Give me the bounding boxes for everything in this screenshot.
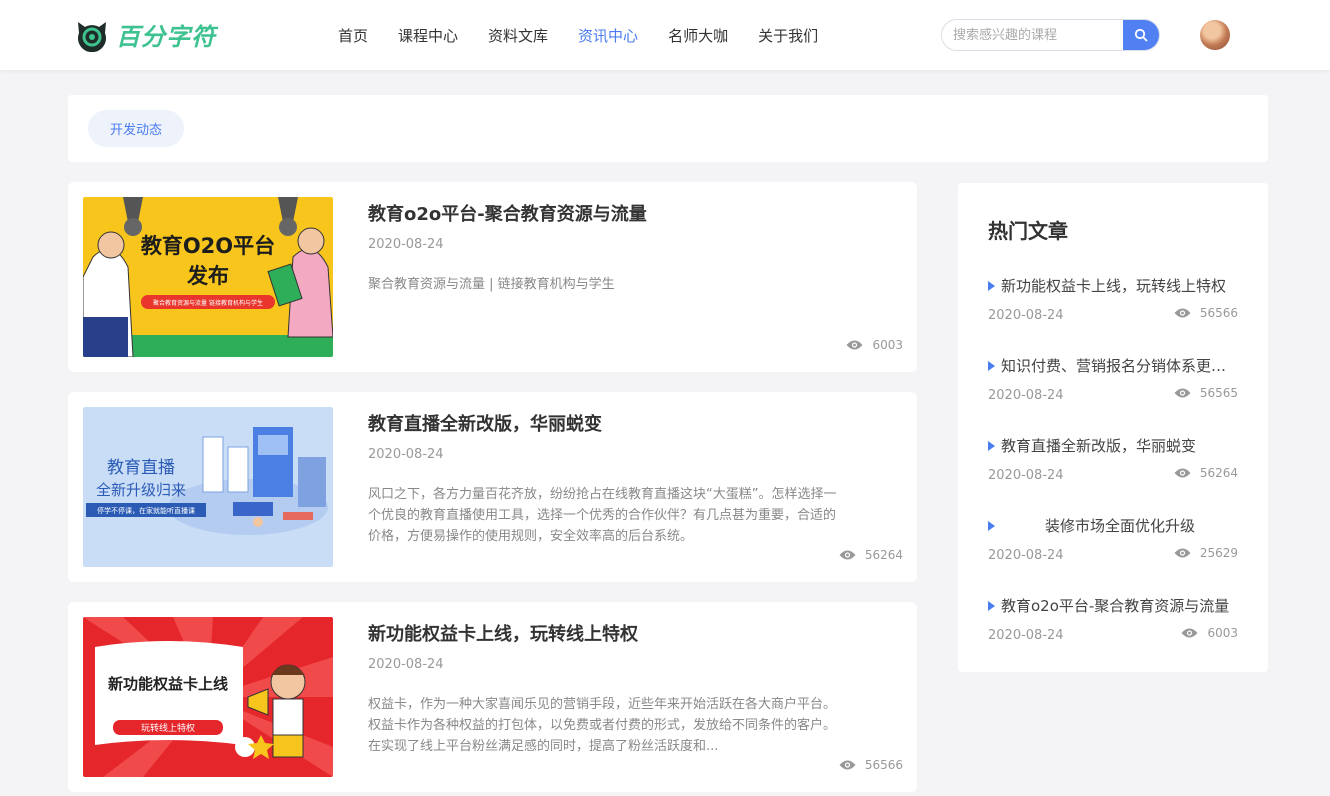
hot-articles-panel: 热门文章 新功能权益卡上线，玩转线上特权 2020-08-24 56566 知识… bbox=[958, 183, 1268, 672]
view-count: 56264 bbox=[864, 548, 903, 562]
article-card[interactable]: 教育O2O平台 发布 聚合教育资源与流量 链接教育机构与学生 教育o2o平台-聚… bbox=[68, 182, 917, 372]
article-thumbnail-art: 教育O2O平台 发布 聚合教育资源与流量 链接教育机构与学生 bbox=[83, 197, 333, 357]
cat-logo-icon bbox=[78, 22, 106, 52]
eye-icon bbox=[1174, 388, 1191, 398]
view-count: 56264 bbox=[1199, 466, 1238, 480]
article-thumbnail[interactable]: 新功能权益卡上线 玩转线上特权 bbox=[83, 617, 333, 777]
triangle-right-icon bbox=[988, 440, 995, 451]
eye-icon bbox=[839, 550, 856, 560]
nav-teachers[interactable]: 名师大咖 bbox=[668, 25, 728, 46]
nav-news[interactable]: 资讯中心 bbox=[578, 25, 638, 46]
nav-library[interactable]: 资料文库 bbox=[488, 25, 548, 46]
thumbnail-subheadline: 全新升级归来 bbox=[96, 481, 186, 499]
thumbnail-subheadline: 发布 bbox=[186, 264, 229, 288]
brand-logo[interactable]: 百分字符 bbox=[74, 16, 216, 52]
article-thumbnail-art: 教育直播 全新升级归来 停学不停课，在家就能听直播课 bbox=[83, 407, 333, 567]
eye-icon bbox=[1181, 628, 1198, 638]
article-card[interactable]: 教育直播 全新升级归来 停学不停课，在家就能听直播课 教育直播全新改版，华丽蜕变… bbox=[68, 392, 917, 582]
view-count: 56566 bbox=[864, 758, 903, 772]
search-box bbox=[941, 19, 1160, 51]
hot-articles-title: 热门文章 bbox=[988, 219, 1068, 243]
hot-article-date: 2020-08-24 bbox=[988, 468, 1064, 483]
category-filter-bar: 开发动态 bbox=[68, 95, 1268, 162]
eye-icon bbox=[1174, 548, 1191, 558]
hot-article-date: 2020-08-24 bbox=[988, 308, 1064, 323]
hot-article-views: 56565 bbox=[1174, 386, 1238, 400]
article-summary: 权益卡，作为一种大家喜闻乐见的营销手段，近些年来开始活跃在各大商户平台。权益卡作… bbox=[368, 697, 837, 754]
search-input[interactable] bbox=[942, 20, 1123, 50]
hot-article-date: 2020-08-24 bbox=[988, 388, 1064, 403]
thumbnail-banner: 停学不停课，在家就能听直播课 bbox=[97, 506, 195, 515]
thumbnail-headline: 新功能权益卡上线 bbox=[108, 675, 228, 693]
view-count: 6003 bbox=[872, 338, 903, 352]
hot-article-date: 2020-08-24 bbox=[988, 628, 1064, 643]
hot-article-views: 25629 bbox=[1174, 546, 1238, 560]
hot-article-views: 56566 bbox=[1174, 306, 1238, 320]
article-views: 6003 bbox=[846, 338, 903, 352]
nav-about[interactable]: 关于我们 bbox=[758, 25, 818, 46]
hot-article-title[interactable]: 新功能权益卡上线，玩转线上特权 bbox=[1001, 275, 1226, 296]
hot-article-title[interactable]: 装修市场全面优化升级 bbox=[1001, 515, 1195, 536]
nav-courses[interactable]: 课程中心 bbox=[398, 25, 458, 46]
thumbnail-headline: 教育直播 bbox=[107, 458, 175, 478]
article-title[interactable]: 新功能权益卡上线，玩转线上特权 bbox=[368, 620, 638, 646]
search-button[interactable] bbox=[1123, 20, 1159, 50]
thumbnail-banner: 聚合教育资源与流量 链接教育机构与学生 bbox=[153, 299, 263, 307]
eye-icon bbox=[846, 340, 863, 350]
article-thumbnail[interactable]: 教育直播 全新升级归来 停学不停课，在家就能听直播课 bbox=[83, 407, 333, 567]
article-summary: 聚合教育资源与流量 | 链接教育机构与学生 bbox=[368, 277, 615, 292]
article-views: 56566 bbox=[839, 758, 903, 772]
category-tag-dev-news[interactable]: 开发动态 bbox=[88, 110, 184, 147]
article-date: 2020-08-24 bbox=[368, 447, 444, 462]
article-thumbnail-art: 新功能权益卡上线 玩转线上特权 bbox=[83, 617, 333, 777]
triangle-right-icon bbox=[988, 360, 995, 371]
article-thumbnail[interactable]: 教育O2O平台 发布 聚合教育资源与流量 链接教育机构与学生 bbox=[83, 197, 333, 357]
top-header: 百分字符 首页 课程中心 资料文库 资讯中心 名师大咖 关于我们 bbox=[0, 0, 1330, 70]
thumbnail-headline: 教育O2O平台 bbox=[141, 234, 275, 258]
triangle-right-icon bbox=[988, 520, 995, 531]
article-title[interactable]: 教育直播全新改版，华丽蜕变 bbox=[368, 410, 602, 436]
brand-name: 百分字符 bbox=[116, 22, 216, 51]
search-icon bbox=[1134, 28, 1148, 42]
hot-article-title[interactable]: 知识付费、营销报名分销体系更新上线 bbox=[1001, 355, 1238, 376]
view-count: 56566 bbox=[1199, 306, 1238, 320]
eye-icon bbox=[839, 760, 856, 770]
main-nav: 首页 课程中心 资料文库 资讯中心 名师大咖 关于我们 bbox=[338, 0, 848, 70]
hot-article-views: 6003 bbox=[1181, 626, 1238, 640]
user-avatar[interactable] bbox=[1200, 20, 1230, 50]
thumbnail-banner: 玩转线上特权 bbox=[141, 722, 195, 734]
hot-article-views: 56264 bbox=[1174, 466, 1238, 480]
hot-article-date: 2020-08-24 bbox=[988, 548, 1064, 563]
hot-article-item[interactable]: 新功能权益卡上线，玩转线上特权 2020-08-24 56566 bbox=[988, 275, 1238, 335]
view-count: 25629 bbox=[1199, 546, 1238, 560]
article-date: 2020-08-24 bbox=[368, 657, 444, 672]
triangle-right-icon bbox=[988, 280, 995, 291]
article-date: 2020-08-24 bbox=[368, 237, 444, 252]
eye-icon bbox=[1174, 308, 1191, 318]
article-summary: 风口之下，各方力量百花齐放，纷纷抢占在线教育直播这块“大蛋糕”。怎样选择一个优良… bbox=[368, 487, 837, 544]
hot-article-item[interactable]: 教育o2o平台-聚合教育资源与流量 2020-08-24 6003 bbox=[988, 595, 1238, 655]
nav-home[interactable]: 首页 bbox=[338, 25, 368, 46]
hot-article-item[interactable]: 知识付费、营销报名分销体系更新上线 2020-08-24 56565 bbox=[988, 355, 1238, 415]
hot-article-title[interactable]: 教育o2o平台-聚合教育资源与流量 bbox=[1001, 595, 1229, 616]
article-views: 56264 bbox=[839, 548, 903, 562]
view-count: 56565 bbox=[1199, 386, 1238, 400]
view-count: 6003 bbox=[1207, 626, 1238, 640]
hot-article-item[interactable]: 教育直播全新改版，华丽蜕变 2020-08-24 56264 bbox=[988, 435, 1238, 495]
article-card[interactable]: 新功能权益卡上线 玩转线上特权 新功能权益卡上线，玩转线上特权 2020-08-… bbox=[68, 602, 917, 792]
hot-article-item[interactable]: 装修市场全面优化升级 2020-08-24 25629 bbox=[988, 515, 1238, 575]
article-title[interactable]: 教育o2o平台-聚合教育资源与流量 bbox=[368, 200, 647, 226]
triangle-right-icon bbox=[988, 600, 995, 611]
hot-article-title[interactable]: 教育直播全新改版，华丽蜕变 bbox=[1001, 435, 1196, 456]
eye-icon bbox=[1174, 468, 1191, 478]
